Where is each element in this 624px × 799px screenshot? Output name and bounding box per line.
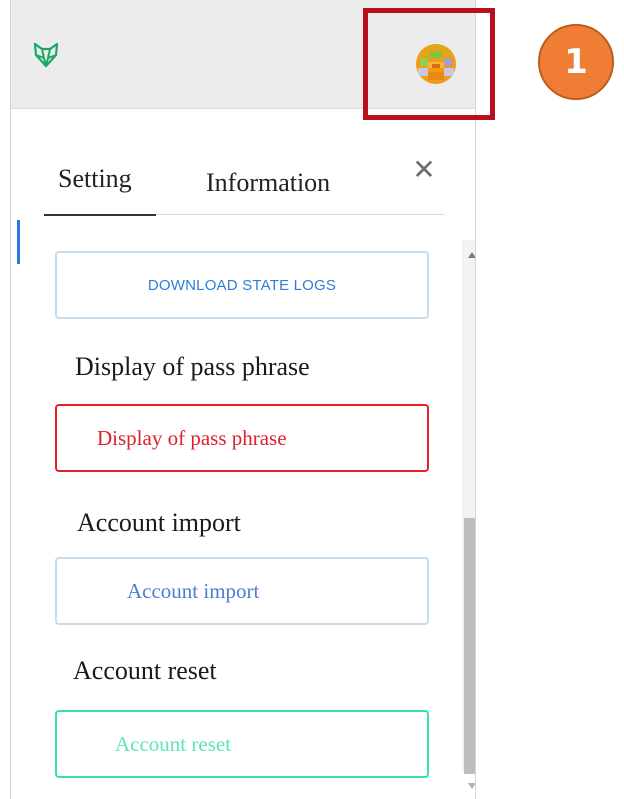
download-state-logs-button[interactable]: DOWNLOAD STATE LOGS (55, 251, 429, 319)
close-icon[interactable]: ✕ (411, 156, 437, 184)
account-reset-button[interactable]: Account reset (55, 710, 429, 778)
display-passphrase-button[interactable]: Display of pass phrase (55, 404, 429, 472)
reset-section-heading: Account reset (73, 656, 217, 685)
tab-setting[interactable]: Setting (58, 164, 132, 194)
scroll-down-icon[interactable] (468, 783, 475, 789)
tab-bar: Setting Information (44, 152, 444, 216)
scroll-up-icon[interactable] (468, 252, 475, 258)
tab-information[interactable]: Information (206, 168, 330, 198)
fox-head-icon[interactable] (32, 42, 60, 68)
account-import-button[interactable]: Account import (55, 557, 429, 625)
import-section-heading: Account import (77, 508, 241, 537)
passphrase-section-heading: Display of pass phrase (75, 352, 310, 381)
avatar-highlight-box (363, 8, 495, 120)
active-indicator (17, 220, 20, 264)
scrollbar-thumb[interactable] (464, 518, 475, 774)
active-tab-underline (44, 214, 156, 216)
step-number-badge: 1 (538, 24, 614, 100)
